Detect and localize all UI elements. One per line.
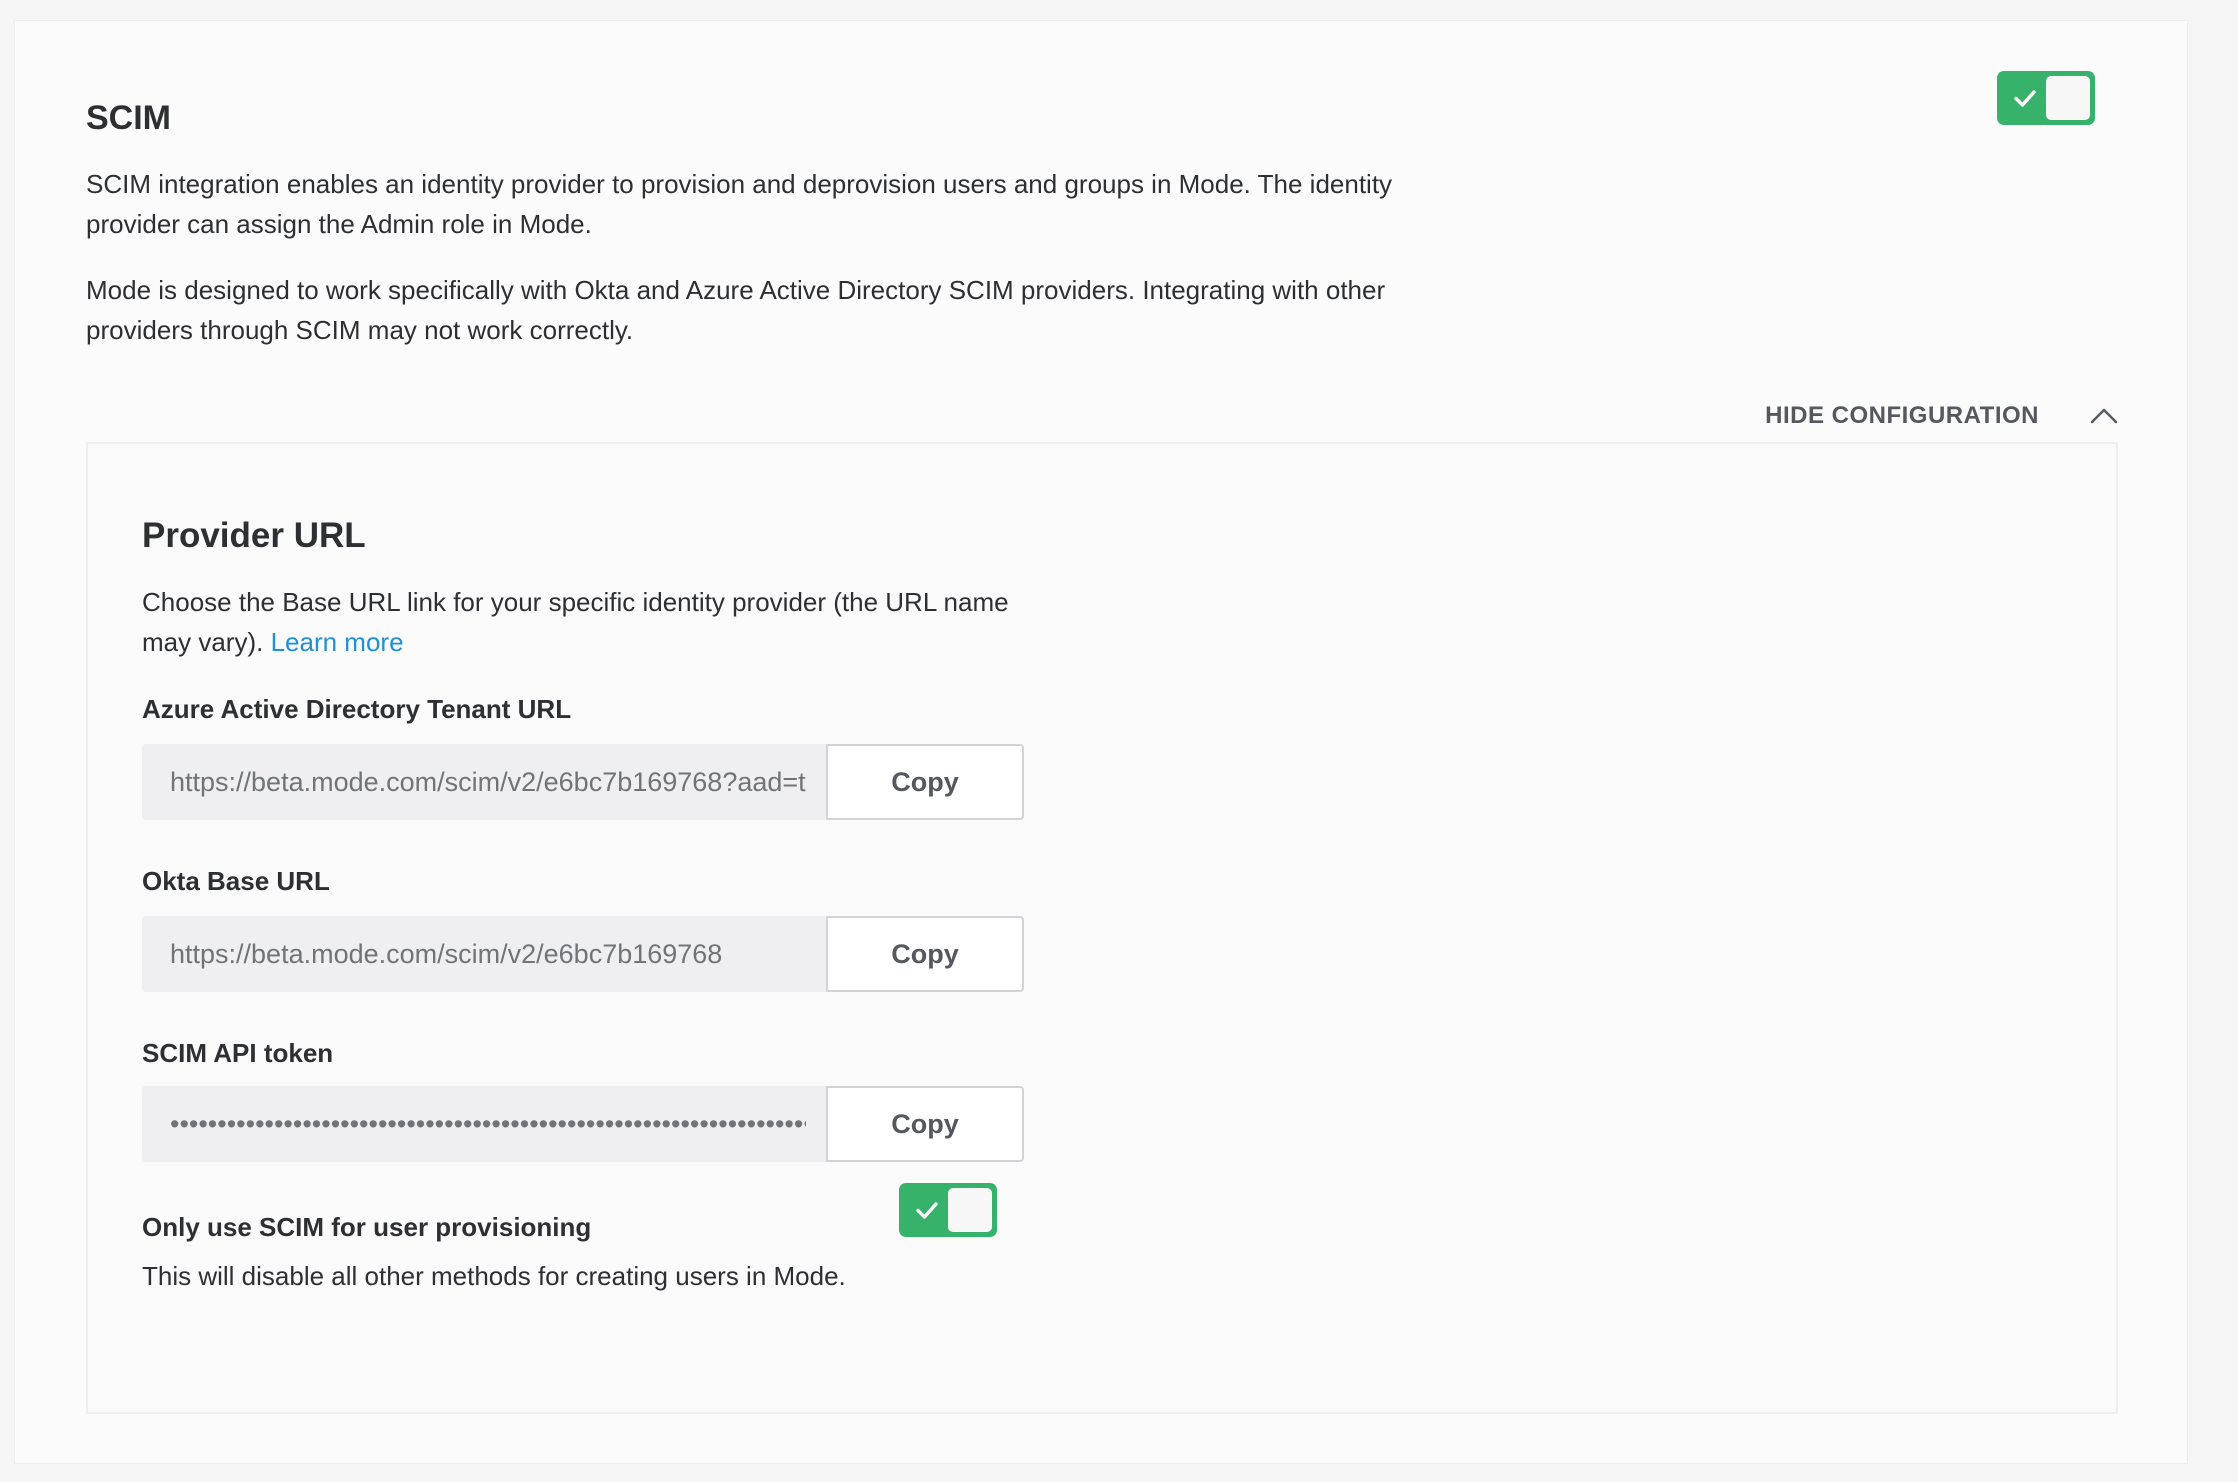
azure-tenant-url-row: Copy [142,744,1024,820]
okta-base-url-label: Okta Base URL [142,866,330,896]
azure-tenant-url-field[interactable] [142,744,826,820]
scim-provider-note: Mode is designed to work specifically wi… [86,275,1386,345]
scim-only-toggle[interactable] [899,1183,997,1237]
hide-configuration-label: HIDE CONFIGURATION [1765,402,2039,429]
azure-tenant-url-label: Azure Active Directory Tenant URL [142,694,572,724]
okta-base-url-row: Copy [142,916,1024,992]
scim-title: SCIM [86,99,171,137]
scim-description: SCIM integration enables an identity pro… [86,169,1393,239]
okta-base-url-field[interactable] [142,916,826,992]
provider-url-title: Provider URL [142,516,366,555]
scim-only-description: This will disable all other methods for … [142,1261,846,1291]
chevron-up-icon [2090,408,2118,424]
scim-api-token-row: Copy [142,1086,1024,1162]
provider-url-description: Choose the Base URL link for your specif… [142,587,1009,657]
toggle-knob [2046,76,2090,120]
scim-only-label: Only use SCIM for user provisioning [142,1212,592,1242]
configuration-box: Provider URL Choose the Base URL link fo… [86,442,2118,1414]
scim-api-token-field[interactable] [142,1086,826,1162]
check-icon [2014,90,2036,107]
learn-more-link[interactable]: Learn more [271,627,404,657]
copy-azure-url-button[interactable]: Copy [826,744,1024,820]
toggle-knob [948,1188,992,1232]
scim-api-token-label: SCIM API token [142,1038,334,1068]
copy-okta-url-button[interactable]: Copy [826,916,1024,992]
scim-settings-panel: SCIM SCIM integration enables an identit… [14,20,2188,1464]
copy-token-button[interactable]: Copy [826,1086,1024,1162]
scim-enable-toggle[interactable] [1997,71,2095,125]
hide-configuration-button[interactable]: HIDE CONFIGURATION [1765,402,2119,430]
check-icon [916,1202,938,1219]
